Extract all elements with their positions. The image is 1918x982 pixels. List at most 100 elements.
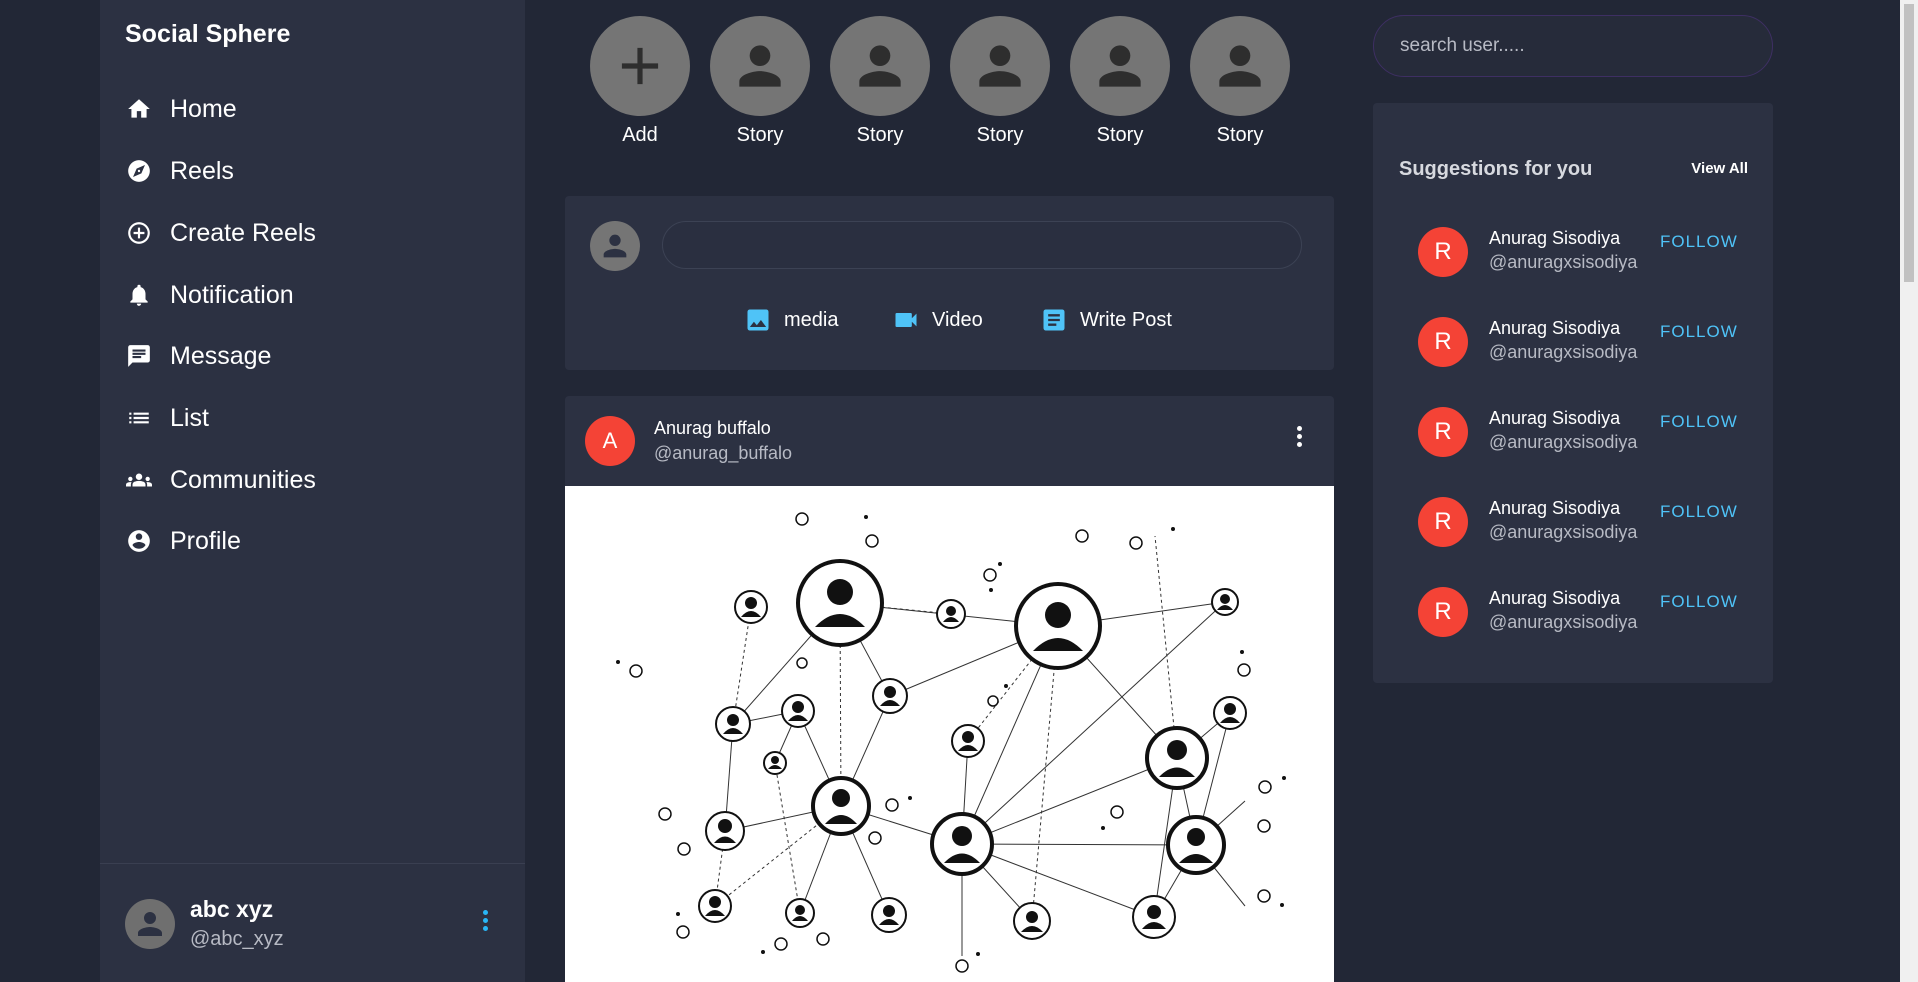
- post-author-name[interactable]: Anurag buffalo: [654, 418, 771, 439]
- search-user-input[interactable]: [1373, 15, 1773, 77]
- avatar[interactable]: A: [585, 416, 635, 466]
- suggestion-name[interactable]: Anurag Sisodiya: [1489, 318, 1620, 339]
- video-button[interactable]: Video: [892, 306, 983, 334]
- sidebar-item-label: Profile: [170, 526, 241, 555]
- suggestion-item: R Anurag Sisodiya @anuragxsisodiya FOLLO…: [1418, 317, 1758, 377]
- story-item[interactable]: Story: [710, 16, 810, 147]
- story-item[interactable]: Story: [830, 16, 930, 147]
- image-icon: [747, 309, 769, 331]
- suggestion-handle: @anuragxsisodiya: [1489, 522, 1638, 542]
- follow-button[interactable]: FOLLOW: [1660, 412, 1738, 432]
- brand-title[interactable]: Social Sphere: [125, 20, 290, 49]
- suggestion-handle: @anuragxsisodiya: [1489, 612, 1638, 632]
- avatar[interactable]: R: [1418, 587, 1468, 637]
- write-post-button-label: Write Post: [1080, 308, 1172, 331]
- sidebar-item-profile[interactable]: Profile: [125, 521, 241, 561]
- more-vert-icon[interactable]: [480, 910, 490, 938]
- suggestion-name[interactable]: Anurag Sisodiya: [1489, 228, 1620, 249]
- sidebar-item-notification[interactable]: Notification: [125, 275, 294, 315]
- sidebar-item-list[interactable]: List: [125, 398, 209, 438]
- sidebar-item-label: Notification: [170, 280, 294, 309]
- suggestion-handle: @anuragxsisodiya: [1489, 342, 1638, 362]
- story-add[interactable]: Add: [590, 16, 690, 147]
- post-author-handle: @anurag_buffalo: [654, 443, 793, 463]
- more-vert-icon[interactable]: [1295, 426, 1303, 454]
- story-label: Story: [1216, 124, 1264, 146]
- write-post-button[interactable]: Write Post: [1040, 306, 1172, 334]
- account-circle-icon: [125, 527, 153, 555]
- story-label: Story: [856, 124, 904, 146]
- post-input[interactable]: [662, 221, 1302, 269]
- story-label: Add: [622, 124, 658, 146]
- sidebar-item-label: Reels: [170, 156, 234, 185]
- follow-button[interactable]: FOLLOW: [1660, 502, 1738, 522]
- story-label: Story: [1096, 124, 1144, 146]
- social-network-illustration: [616, 512, 1286, 973]
- follow-button[interactable]: FOLLOW: [1660, 322, 1738, 342]
- suggestion-handle: @anuragxsisodiya: [1489, 432, 1638, 452]
- sidebar-item-reels[interactable]: Reels: [125, 151, 234, 191]
- group-icon: [125, 466, 153, 494]
- avatar[interactable]: [125, 899, 175, 949]
- person-icon: [603, 234, 627, 258]
- avatar[interactable]: R: [1418, 227, 1468, 277]
- avatar[interactable]: R: [1418, 317, 1468, 367]
- sidebar-item-label: Create Reels: [170, 218, 316, 247]
- suggestion-name[interactable]: Anurag Sisodiya: [1489, 588, 1620, 609]
- avatar: [590, 221, 640, 271]
- story-label: Story: [736, 124, 784, 146]
- suggestion-name[interactable]: Anurag Sisodiya: [1489, 498, 1620, 519]
- home-icon: [125, 95, 153, 123]
- sidebar-item-label: List: [170, 403, 209, 432]
- story-item[interactable]: Story: [950, 16, 1050, 147]
- suggestion-name[interactable]: Anurag Sisodiya: [1489, 408, 1620, 429]
- view-all-link[interactable]: View All: [1691, 160, 1748, 177]
- story-item[interactable]: Story: [1190, 16, 1290, 147]
- media-button-label: media: [784, 308, 839, 331]
- person-icon: [859, 45, 901, 87]
- current-user-name: abc xyz: [190, 896, 274, 922]
- sidebar-item-create-reels[interactable]: Create Reels: [125, 213, 316, 253]
- story-label: Story: [976, 124, 1024, 146]
- suggestion-item: R Anurag Sisodiya @anuragxsisodiya FOLLO…: [1418, 497, 1758, 557]
- story-avatar: [1190, 16, 1290, 116]
- feed-post: A Anurag buffalo @anurag_buffalo: [565, 396, 1334, 982]
- story-avatar: [830, 16, 930, 116]
- follow-button[interactable]: FOLLOW: [1660, 232, 1738, 252]
- story-avatar: [590, 16, 690, 116]
- post-image[interactable]: [565, 486, 1334, 982]
- suggestion-handle: @anuragxsisodiya: [1489, 252, 1638, 272]
- page-scrollbar[interactable]: [1900, 0, 1918, 982]
- follow-button[interactable]: FOLLOW: [1660, 592, 1738, 612]
- sidebar-item-label: Message: [170, 341, 272, 370]
- scrollbar-thumb[interactable]: [1904, 4, 1914, 282]
- suggestion-item: R Anurag Sisodiya @anuragxsisodiya FOLLO…: [1418, 407, 1758, 467]
- list-icon: [125, 404, 153, 432]
- compass-icon: [125, 157, 153, 185]
- story-avatar: [950, 16, 1050, 116]
- current-user-card: abc xyz @abc_xyz: [100, 863, 525, 982]
- story-item[interactable]: Story: [1070, 16, 1170, 147]
- sidebar: Social Sphere Home Reels Create Reels No…: [100, 0, 525, 982]
- videocam-icon: [895, 313, 917, 327]
- current-user-handle: @abc_xyz: [190, 928, 284, 950]
- sidebar-item-label: Communities: [170, 465, 316, 494]
- article-icon: [1043, 309, 1065, 331]
- person-icon: [1219, 45, 1261, 87]
- sidebar-item-communities[interactable]: Communities: [125, 460, 316, 500]
- sidebar-item-message[interactable]: Message: [125, 336, 271, 376]
- suggestion-item: R Anurag Sisodiya @anuragxsisodiya FOLLO…: [1418, 587, 1758, 647]
- avatar[interactable]: R: [1418, 497, 1468, 547]
- story-avatar: [1070, 16, 1170, 116]
- sidebar-item-home[interactable]: Home: [125, 89, 237, 129]
- plus-icon: [621, 47, 659, 85]
- sidebar-item-label: Home: [170, 94, 237, 123]
- bell-icon: [125, 281, 153, 309]
- add-circle-icon: [125, 219, 153, 247]
- person-icon: [138, 912, 162, 936]
- person-icon: [979, 45, 1021, 87]
- person-icon: [1099, 45, 1141, 87]
- chat-icon: [125, 342, 153, 370]
- media-button[interactable]: media: [744, 306, 838, 334]
- avatar[interactable]: R: [1418, 407, 1468, 457]
